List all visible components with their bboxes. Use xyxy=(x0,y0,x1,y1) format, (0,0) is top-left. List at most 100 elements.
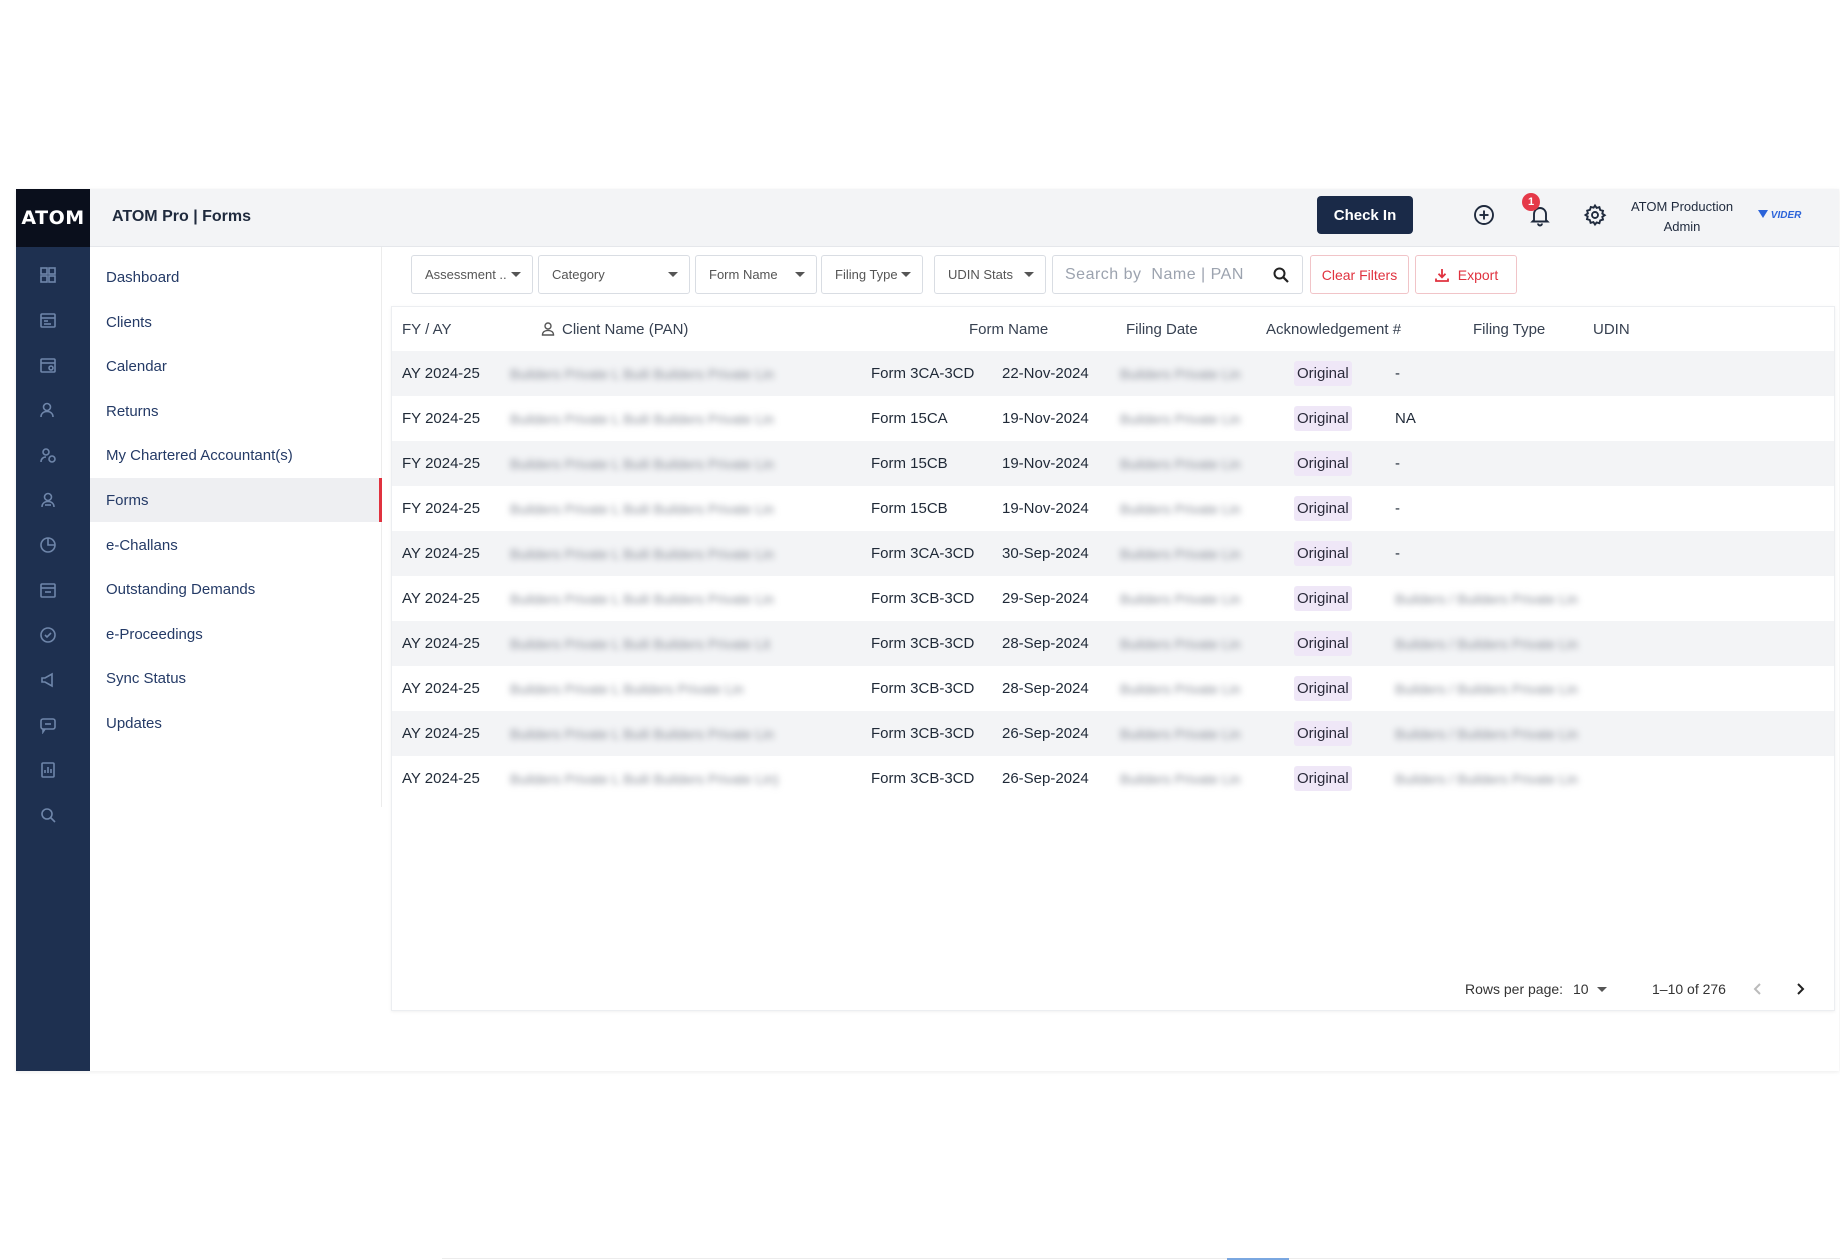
cell-fy-ay-text: FY 2024-25 xyxy=(402,410,481,427)
cell-filing-date: 28-Sep-2024 xyxy=(1002,621,1089,666)
cell-udin-text: Builders / Builders Private Lin xyxy=(1395,635,1578,652)
forms-icon[interactable] xyxy=(39,491,57,509)
cell-filing-type: Original xyxy=(1294,666,1352,711)
proceedings-icon[interactable] xyxy=(39,626,57,644)
column-header-udin[interactable]: UDIN xyxy=(1593,307,1630,351)
returns-icon[interactable] xyxy=(39,401,57,419)
table-row[interactable]: FY 2024-25 Builders Private L Buili Build… xyxy=(392,396,1834,441)
chevron-right-icon xyxy=(1797,983,1805,995)
cell-fy-ay-text: AY 2024-25 xyxy=(402,635,480,652)
megaphone-icon[interactable] xyxy=(39,671,57,689)
cell-form-name-text: Form 15CB xyxy=(871,455,948,472)
sidebar-item-dashboard[interactable]: Dashboard xyxy=(90,255,382,299)
table-row[interactable]: FY 2024-25 Builders Private L Buili Build… xyxy=(392,486,1834,531)
rows-per-page-select[interactable]: 10 xyxy=(1573,981,1607,997)
cell-filing-type: Original xyxy=(1294,351,1352,396)
cell-filing-date-text: 19-Nov-2024 xyxy=(1002,410,1089,427)
table-row[interactable]: AY 2024-25 Builders Private L Buili Build… xyxy=(392,531,1834,576)
cell-client-name: Builders Private L Buili Builders Privat… xyxy=(510,756,779,801)
calendar-icon[interactable] xyxy=(39,356,57,374)
search-icon[interactable] xyxy=(39,806,57,824)
dashboard-icon[interactable] xyxy=(39,266,57,284)
table-row[interactable]: AY 2024-25 Builders Private L Buili Build… xyxy=(392,711,1834,756)
sidebar-item-e-challans[interactable]: e-Challans xyxy=(90,523,382,567)
table-row[interactable]: AY 2024-25 Builders Private L Buili Build… xyxy=(392,576,1834,621)
column-header-filing-type[interactable]: Filing Type xyxy=(1473,307,1545,351)
cell-filing-type: Original xyxy=(1294,756,1352,801)
chat-icon[interactable] xyxy=(39,716,57,734)
table-row[interactable]: AY 2024-25 Builders Private L Buili Build… xyxy=(392,351,1834,396)
cell-fy-ay-text: AY 2024-25 xyxy=(402,365,480,382)
cell-filing-date-text: 22-Nov-2024 xyxy=(1002,365,1089,382)
page-title: ATOM Pro | Forms xyxy=(112,208,252,225)
table-row[interactable]: FY 2024-25 Builders Private L Buili Build… xyxy=(392,441,1834,486)
cell-acknowledgement: Builders Private Lin xyxy=(1120,576,1241,621)
column-header-acknowledgement[interactable]: Acknowledgement # xyxy=(1266,307,1401,351)
table-row[interactable]: AY 2024-25 Builders Private L Builders Pr… xyxy=(392,666,1834,711)
sidebar-item-chartered-accountants[interactable]: My Chartered Accountant(s) xyxy=(90,433,382,477)
cell-fy-ay: FY 2024-25 xyxy=(402,396,480,441)
sidebar-item-outstanding-demands[interactable]: Outstanding Demands xyxy=(90,567,382,611)
chevron-down-icon xyxy=(511,272,521,277)
add-circle-icon[interactable] xyxy=(1471,202,1497,228)
user-menu[interactable]: ATOM Production Admin xyxy=(1622,197,1742,237)
next-page-button[interactable] xyxy=(1790,979,1810,999)
form-name-filter-label: Form Name xyxy=(709,267,778,282)
cell-acknowledgement: Builders Private Lin xyxy=(1120,486,1241,531)
form-name-filter[interactable]: Form Name xyxy=(695,255,817,294)
cell-filing-date: 29-Sep-2024 xyxy=(1002,576,1089,621)
cell-acknowledgement-text: Builders Private Lin xyxy=(1120,725,1241,742)
cell-client-name-text: Builders Private L Buili Builders Privat… xyxy=(510,545,775,562)
filing-type-pill: Original xyxy=(1294,676,1352,701)
sidebar-item-returns[interactable]: Returns xyxy=(90,389,382,433)
cell-udin: NA xyxy=(1395,396,1416,441)
filing-type-filter[interactable]: Filing Type xyxy=(821,255,923,294)
cell-acknowledgement: Builders Private Lin xyxy=(1120,531,1241,576)
search-input[interactable] xyxy=(1065,264,1260,286)
column-header-fy-ay[interactable]: FY / AY xyxy=(402,307,451,351)
sidebar-item-sync-status[interactable]: Sync Status xyxy=(90,656,382,700)
export-button[interactable]: Export xyxy=(1415,255,1517,294)
cell-client-name-text: Builders Private L Buili Builders Privat… xyxy=(510,770,779,787)
rows-per-page-value: 10 xyxy=(1573,981,1589,997)
accountants-icon[interactable] xyxy=(39,446,57,464)
cell-fy-ay: FY 2024-25 xyxy=(402,486,480,531)
challans-icon[interactable] xyxy=(39,536,57,554)
table-row[interactable]: AY 2024-25 Builders Private L Buili Build… xyxy=(392,621,1834,666)
cell-udin-text: - xyxy=(1395,365,1400,382)
sidebar-item-clients[interactable]: Clients xyxy=(90,300,382,344)
assessment-filter[interactable]: Assessment .. xyxy=(411,255,533,294)
demands-icon[interactable] xyxy=(39,581,57,599)
filing-type-pill: Original xyxy=(1294,541,1352,566)
column-header-client[interactable]: Client Name (PAN) xyxy=(540,307,688,351)
report-icon[interactable] xyxy=(39,761,57,779)
search-box xyxy=(1052,255,1303,294)
cell-client-name-text: Builders Private L Buili Builders Privat… xyxy=(510,590,775,607)
sidebar-item-forms[interactable]: Forms xyxy=(90,478,382,522)
clients-icon[interactable] xyxy=(39,311,57,329)
cell-client-name-text: Builders Private L Buili Builders Privat… xyxy=(510,725,775,742)
column-header-filing-date[interactable]: Filing Date xyxy=(1126,307,1198,351)
gear-icon[interactable] xyxy=(1582,202,1608,228)
sidebar-item-e-proceedings[interactable]: e-Proceedings xyxy=(90,612,382,656)
cell-fy-ay: AY 2024-25 xyxy=(402,531,480,576)
udin-status-filter[interactable]: UDIN Stats xyxy=(934,255,1046,294)
check-in-button[interactable]: Check In xyxy=(1317,196,1413,234)
cell-filing-date-text: 30-Sep-2024 xyxy=(1002,545,1089,562)
category-filter[interactable]: Category xyxy=(538,255,690,294)
cell-fy-ay-text: AY 2024-25 xyxy=(402,545,480,562)
filing-type-pill: Original xyxy=(1294,496,1352,521)
cell-acknowledgement: Builders Private Lin xyxy=(1120,711,1241,756)
atom-logo[interactable]: ATOM xyxy=(16,189,90,247)
sidebar-item-updates[interactable]: Updates xyxy=(90,701,382,745)
cell-filing-type: Original xyxy=(1294,576,1352,621)
previous-page-button[interactable] xyxy=(1748,979,1768,999)
table-row[interactable]: AY 2024-25 Builders Private L Buili Build… xyxy=(392,756,1834,801)
cell-filing-type: Original xyxy=(1294,486,1352,531)
column-header-form-name[interactable]: Form Name xyxy=(969,307,1048,351)
sidebar-item-calendar[interactable]: Calendar xyxy=(90,344,382,388)
search-icon[interactable] xyxy=(1272,266,1290,284)
clear-filters-button[interactable]: Clear Filters xyxy=(1310,255,1409,294)
cell-form-name: Form 15CA xyxy=(871,396,948,441)
cell-udin: - xyxy=(1395,351,1400,396)
